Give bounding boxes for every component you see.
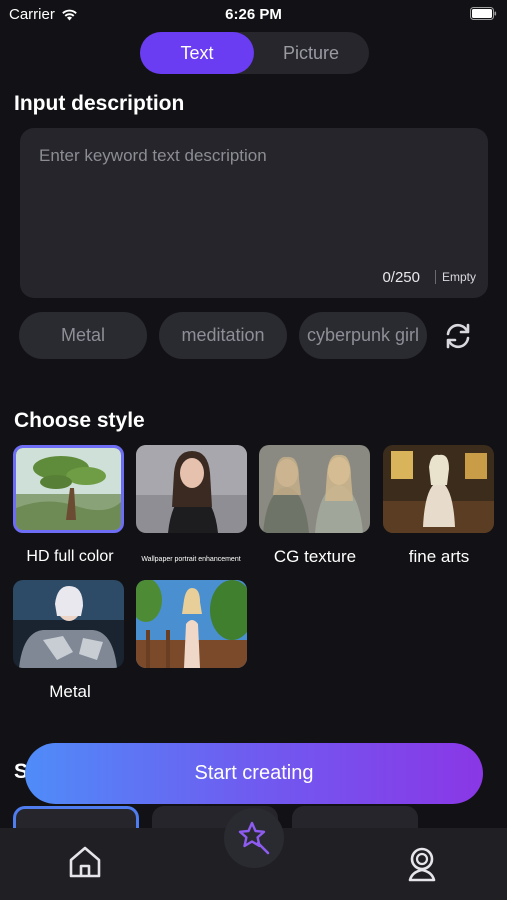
style-card-outdoor[interactable]	[136, 580, 247, 668]
refresh-icon[interactable]	[442, 320, 474, 352]
tab-text[interactable]: Text	[140, 32, 254, 74]
metal-thumbnail	[13, 580, 124, 668]
description-placeholder: Enter keyword text description	[39, 146, 267, 165]
empty-button[interactable]: Empty	[434, 270, 476, 284]
tab-picture[interactable]: Picture	[254, 32, 368, 74]
battery-icon	[470, 7, 497, 20]
portrait-thumbnail	[136, 445, 247, 533]
description-input[interactable]: Enter keyword text description 0/250 Emp…	[20, 128, 488, 298]
character-counter: 0/250	[382, 269, 420, 286]
keyword-chip[interactable]: meditation	[159, 312, 287, 359]
fine-arts-thumbnail	[383, 445, 494, 533]
style-label: Wallpaper portrait enhancement	[141, 556, 241, 563]
outdoor-figure-thumbnail	[136, 580, 247, 668]
keyword-chip[interactable]: cyberpunk girl	[299, 312, 427, 359]
style-label: fine arts	[408, 547, 470, 566]
keyword-chip[interactable]: Metal	[19, 312, 147, 359]
mode-segmented-control: Text Picture	[140, 32, 369, 74]
style-card-cg-texture[interactable]	[259, 445, 370, 533]
style-card-hd-full-color[interactable]	[13, 445, 124, 533]
cg-figures-thumbnail	[259, 445, 370, 533]
magic-wand-star-icon	[238, 821, 270, 855]
start-creating-button[interactable]: Start creating	[25, 743, 483, 804]
style-label: HD full color	[26, 548, 114, 565]
status-time: 6:26 PM	[225, 6, 282, 23]
style-card-wallpaper-portrait[interactable]	[136, 445, 247, 533]
input-description-title: Input description	[14, 92, 185, 115]
profile-icon[interactable]	[406, 846, 438, 882]
tree-landscape-thumbnail	[16, 448, 121, 530]
style-label: Metal	[49, 682, 91, 701]
style-label: CG texture	[273, 547, 357, 566]
style-card-fine-arts[interactable]	[383, 445, 494, 533]
choose-style-title: Choose style	[14, 409, 145, 432]
style-card-metal[interactable]	[13, 580, 124, 668]
create-tab-button[interactable]	[224, 808, 284, 868]
status-bar: Carrier 6:26 PM	[0, 0, 507, 28]
home-icon[interactable]	[67, 845, 103, 879]
